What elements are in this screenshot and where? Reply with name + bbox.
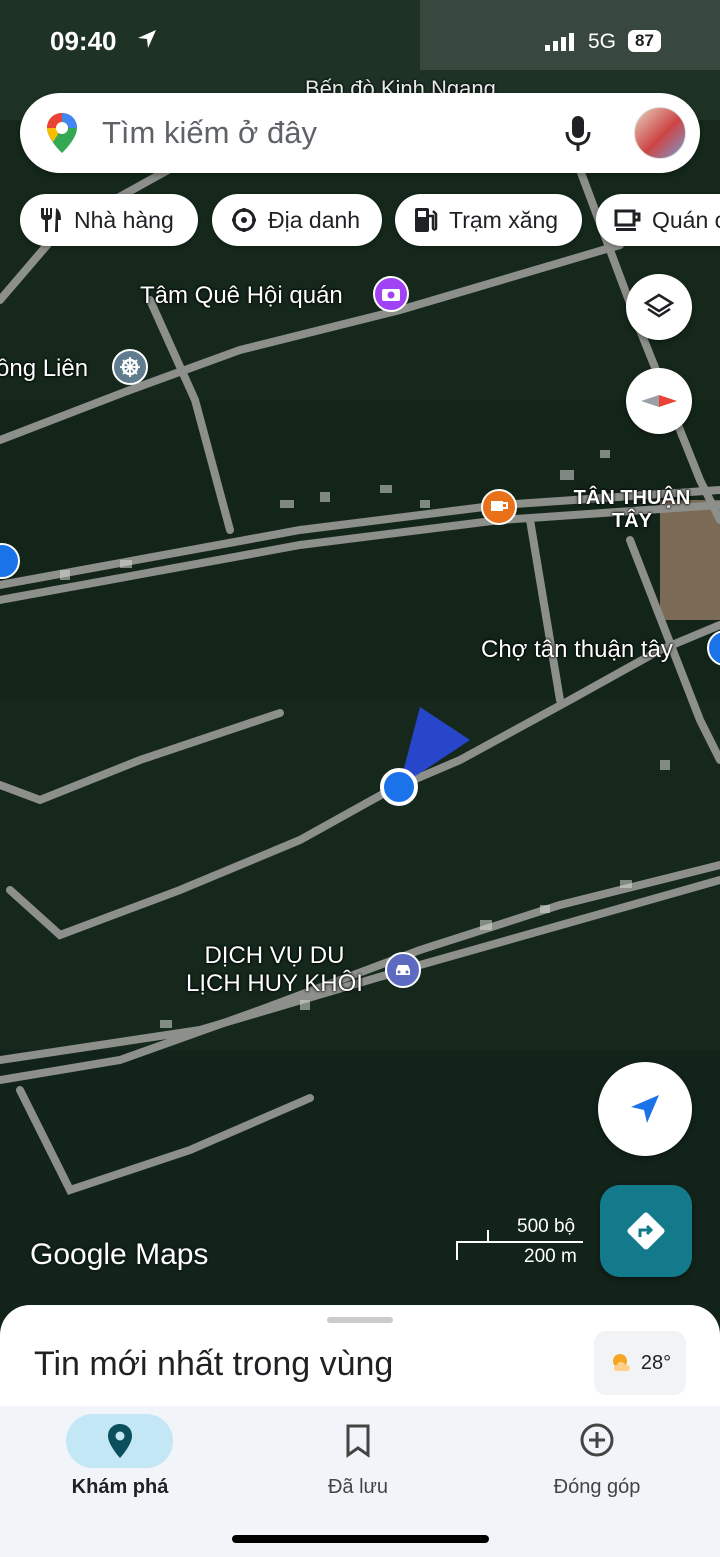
weather-chip[interactable]: 28° (594, 1331, 686, 1395)
avatar[interactable] (634, 107, 686, 159)
chip-restaurants[interactable]: Nhà hàng (20, 194, 198, 246)
place-label-cho[interactable]: Chợ tân thuận tây (481, 636, 673, 664)
chip-label: Quán c (652, 206, 720, 233)
layers-icon (643, 293, 675, 318)
weather-temp: 28° (640, 1351, 672, 1374)
compass-icon (641, 395, 677, 407)
location-pin-icon (108, 1424, 132, 1458)
battery-level: 87 (628, 30, 661, 52)
directions-button[interactable] (600, 1185, 692, 1277)
camera-poi-icon[interactable] (373, 276, 409, 312)
chip-label: Địa danh (268, 206, 361, 233)
home-indicator[interactable] (232, 1535, 489, 1543)
network-type: 5G (588, 30, 617, 53)
compass-button[interactable] (626, 368, 692, 434)
nav-label: Đã lưu (327, 1476, 389, 1498)
status-bar: 09:40 5G 87 (0, 0, 720, 80)
add-circle-icon (580, 1423, 614, 1457)
signal-icon (545, 33, 574, 51)
place-label-dong-lien[interactable]: ồng Liên (0, 355, 88, 383)
microphone-icon[interactable] (565, 114, 591, 152)
sheet-drag-handle[interactable] (327, 1317, 393, 1323)
place-label-tam-que[interactable]: Tâm Quê Hội quán (140, 282, 343, 310)
coffee-cup-icon (614, 209, 641, 231)
bookmark-icon (346, 1424, 370, 1458)
scale-bottom: 200 m (524, 1246, 577, 1267)
landmark-icon (232, 208, 256, 232)
location-arrow-icon (138, 30, 156, 48)
area-label-line2: TÂY (612, 510, 652, 532)
map-scale: 500 bộ 200 m (455, 1212, 585, 1267)
place-label-line2: LỊCH HUY KHÔI (186, 970, 363, 997)
chip-landmarks[interactable]: Địa danh (212, 194, 382, 246)
sheet-title: Tin mới nhất trong vùng (34, 1345, 394, 1383)
place-label-line1: DỊCH VỤ DU (204, 942, 345, 969)
gas-station-icon (415, 208, 438, 232)
fork-knife-icon (41, 208, 61, 232)
chip-label: Trạm xăng (449, 206, 559, 233)
chip-label: Nhà hàng (74, 206, 174, 233)
google-maps-logo: Google Maps (30, 1238, 209, 1271)
layers-button[interactable] (626, 274, 692, 340)
place-label-dich-vu[interactable]: DỊCH VỤ DU LỊCH HUY KHÔI (186, 942, 363, 998)
navigation-arrow-icon (631, 1095, 659, 1123)
nav-label: Đóng góp (553, 1476, 641, 1498)
my-location-button[interactable] (598, 1062, 692, 1156)
car-poi-icon[interactable] (385, 952, 421, 988)
cafe-poi-icon[interactable] (481, 489, 517, 525)
area-label-tan-thuan[interactable]: TÂN THUẬN TÂY (572, 487, 692, 533)
weather-partly-sunny-icon (612, 1354, 630, 1371)
chip-cafes[interactable]: Quán c (596, 194, 720, 246)
chip-gas-stations[interactable]: Trạm xăng (395, 194, 582, 246)
directions-icon (627, 1212, 665, 1250)
temple-poi-icon[interactable] (112, 349, 148, 385)
search-bar[interactable]: Tìm kiếm ở đây (20, 93, 700, 173)
nav-label: Khám phá (71, 1476, 169, 1498)
area-label-line1: TÂN THUẬN (573, 487, 691, 509)
search-input[interactable]: Tìm kiếm ở đây (102, 115, 317, 151)
current-location-dot (380, 768, 418, 806)
google-maps-pin-icon (47, 113, 77, 153)
bottom-sheet[interactable]: Tin mới nhất trong vùng 28° (0, 1305, 720, 1415)
scale-top: 500 bộ (517, 1216, 576, 1237)
status-time: 09:40 (50, 26, 117, 56)
